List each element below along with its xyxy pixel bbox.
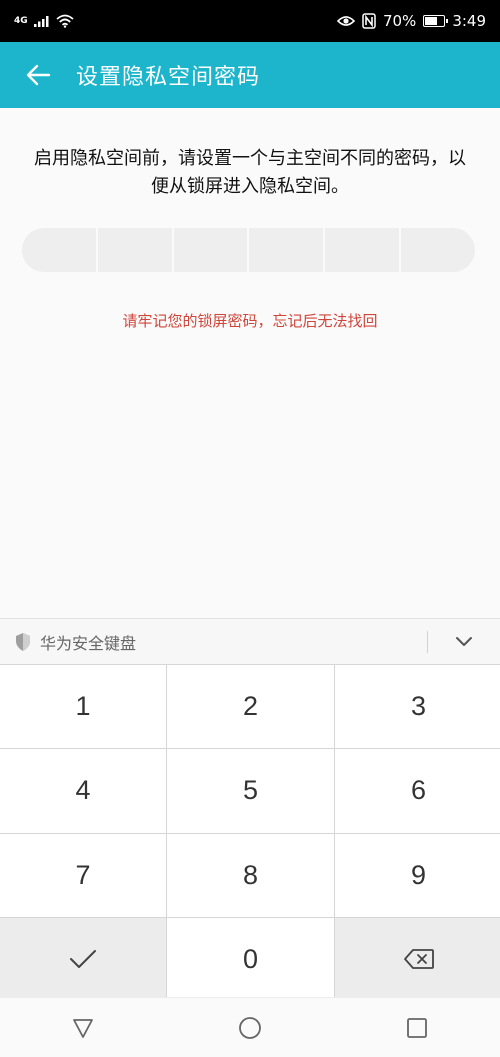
key-4[interactable]: 4 — [0, 749, 166, 833]
key-3[interactable]: 3 — [335, 665, 500, 749]
pin-cell — [22, 228, 98, 272]
circle-home-icon — [239, 1016, 261, 1039]
nav-back-button[interactable] — [53, 998, 113, 1057]
warning-text: 请牢记您的锁屏密码，忘记后无法找回 — [122, 313, 378, 330]
battery-percent: 70% — [382, 12, 417, 30]
signal-icon — [33, 16, 49, 27]
triangle-back-icon — [73, 1018, 94, 1038]
key-6[interactable]: 6 — [335, 749, 500, 833]
system-nav-bar — [0, 997, 500, 1057]
backspace-key[interactable] — [335, 917, 500, 1001]
backspace-icon — [403, 949, 434, 970]
collapse-keyboard-button[interactable] — [428, 619, 500, 665]
numeric-keypad: 1 2 3 4 5 6 7 8 9 0 — [0, 664, 500, 1001]
status-right: 70% 3:49 — [336, 12, 486, 30]
confirm-key[interactable] — [0, 917, 166, 1001]
key-5[interactable]: 5 — [167, 749, 334, 833]
pin-cell — [325, 228, 402, 272]
key-7[interactable]: 7 — [0, 833, 166, 917]
checkmark-icon — [70, 950, 96, 969]
instruction-text: 启用隐私空间前，请设置一个与主空间不同的密码，以便从锁屏进入隐私空间。 — [34, 148, 466, 196]
status-left: 4G — [14, 14, 74, 28]
nav-recents-button[interactable] — [387, 998, 447, 1057]
key-8[interactable]: 8 — [167, 833, 334, 917]
app-bar: 设置隐私空间密码 — [0, 42, 500, 108]
eye-comfort-icon — [336, 16, 355, 26]
shield-icon — [16, 632, 30, 651]
arrow-left-icon — [26, 64, 51, 86]
pin-cell — [174, 228, 250, 272]
keyboard-brand: 华为安全键盘 — [14, 630, 136, 654]
wifi-icon — [56, 14, 74, 28]
key-1[interactable]: 1 — [0, 665, 166, 749]
pin-cell — [249, 228, 326, 272]
pin-cell — [401, 228, 475, 272]
keyboard-brand-label: 华为安全键盘 — [40, 635, 137, 653]
pin-input[interactable] — [22, 228, 475, 272]
pin-cell — [98, 228, 174, 272]
nav-home-button[interactable] — [220, 998, 280, 1057]
network-type: 4G — [14, 15, 28, 26]
keyboard-header: 华为安全键盘 — [0, 618, 500, 664]
nfc-icon — [362, 13, 376, 29]
battery-level-fill — [425, 17, 438, 25]
key-0[interactable]: 0 — [167, 917, 334, 1001]
chevron-down-icon — [456, 637, 472, 646]
battery-icon — [423, 15, 449, 27]
back-button[interactable] — [0, 42, 76, 108]
status-time: 3:49 — [452, 12, 486, 30]
page-title: 设置隐私空间密码 — [76, 64, 261, 89]
key-9[interactable]: 9 — [335, 833, 500, 917]
status-bar: 4G 70% 3:49 — [0, 0, 500, 42]
key-2[interactable]: 2 — [167, 665, 334, 749]
square-recents-icon — [406, 1017, 427, 1038]
